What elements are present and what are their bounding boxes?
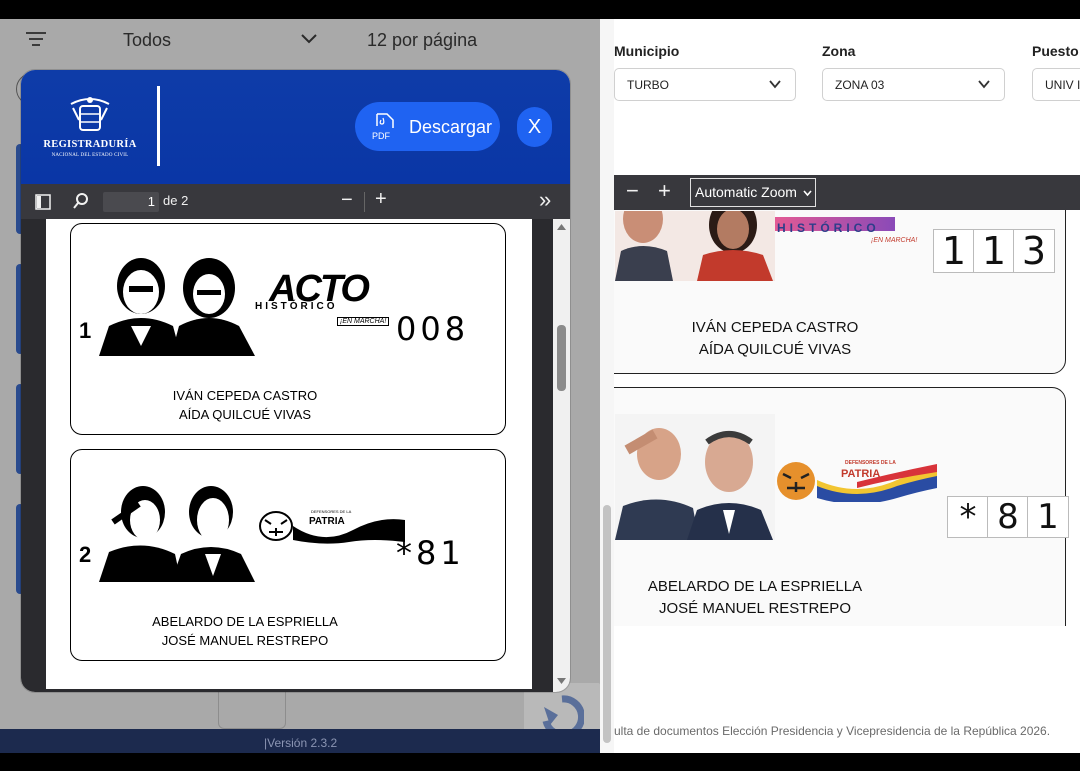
vote-count: *81 [396,534,465,572]
party-subtitle: DEFENSORES DE LA [845,460,896,466]
vote-count: 008 [396,310,470,348]
party-tag: ¡EN MARCHA! [871,237,918,244]
ballot-card: DEFENSORES DE LA PATRIA * 8 1 ABELARDO D… [614,387,1069,626]
party-tag: ¡EN MARCHA! [337,317,390,326]
vote-digit: 1 [933,229,975,273]
chevron-down-icon [978,80,990,89]
zoom-in-button[interactable]: + [375,188,387,211]
scroll-down-icon[interactable] [556,676,567,686]
candidate-president: ABELARDO DE LA ESPRIELLA [152,614,338,629]
download-label: Descargar [409,117,493,137]
municipio-value: TURBO [627,78,669,92]
divider [157,86,160,166]
pdf-toolbar: 1 de 2 − + » [21,184,570,219]
close-button[interactable]: X [517,107,552,147]
zoom-out-button[interactable]: − [341,189,353,212]
pdf-toolbar: − + [614,175,1080,210]
party-subtitle: HISTÓRICO [777,221,880,235]
candidate-president: IVÁN CEPEDA CASTRO [172,388,318,403]
candidates-photo [99,486,255,582]
party-subtitle: HISTÓRICO [255,301,338,312]
page-number-input[interactable]: 1 [103,192,159,212]
chevron-down-icon[interactable] [300,32,318,46]
party-subtitle: DEFENSORES DE LA [311,509,352,514]
ballot-number: 2 [79,542,92,567]
pdf-page: 1 ACTO HISTÓRICO ¡EN MARCHA! 008 IVÁN CE… [46,219,532,689]
candidate-vice: AÍDA QUILCUÉ VIVAS [698,341,852,358]
modal-header: REGISTRADURÍA NACIONAL DEL ESTADO CIVIL … [21,70,570,184]
bottom-bar [0,753,1080,771]
zoom-select[interactable]: Automatic Zoom [690,178,816,207]
candidate-names: ABELARDO DE LA ESPRIELLA JOSÉ MANUEL RES… [614,576,915,620]
party-logo: PATRIA [309,516,345,527]
zoom-value: Automatic Zoom [695,184,797,200]
tiger-icon [777,462,815,500]
vote-digit: 1 [1027,496,1069,538]
search-icon[interactable] [73,193,89,209]
sidebar-toggle-icon[interactable] [35,194,51,210]
municipio-label: Municipio [614,43,680,59]
municipio-select[interactable]: TURBO [614,68,796,101]
zoom-out-button[interactable]: − [626,178,639,204]
per-page-select[interactable]: 12 por página [367,30,477,51]
ballot-card: 1 ACTO HISTÓRICO ¡EN MARCHA! 008 IVÁN CE… [70,223,506,435]
zona-select[interactable]: ZONA 03 [822,68,1005,101]
candidate-president: IVÁN CEPEDA CASTRO [691,319,859,336]
candidate-names: ABELARDO DE LA ESPRIELLA JOSÉ MANUEL RES… [75,612,415,650]
party-logo: PATRIA [841,468,881,480]
scroll-up-icon[interactable] [556,222,567,232]
pdf-scrollbar[interactable] [553,219,570,692]
candidates-photo [99,258,255,356]
chevron-down-icon [769,80,781,89]
puesto-label: Puesto [1032,43,1079,59]
tiger-icon [259,511,293,541]
registraduria-logo: REGISTRADURÍA NACIONAL DEL ESTADO CIVIL [37,94,143,164]
footer-text: ulta de documentos Elección Presidencia … [614,724,1051,738]
zona-label: Zona [822,43,856,59]
page-total: de 2 [163,193,189,208]
candidate-vice: AÍDA QUILCUÉ VIVAS [179,407,311,422]
vote-digit: 3 [1013,229,1055,273]
vote-digit: * [947,496,989,538]
vote-digit: 1 [973,229,1015,273]
download-button[interactable]: PDF Descargar [355,102,500,151]
ballot-card: HISTÓRICO ¡EN MARCHA! 1 1 3 IVÁN CEPEDA … [614,210,1066,374]
logo-title: REGISTRADURÍA [43,139,137,150]
more-tools-button[interactable]: » [539,187,551,213]
vote-digit: 8 [987,496,1029,538]
pdf-modal: REGISTRADURÍA NACIONAL DEL ESTADO CIVIL … [21,70,570,692]
pdf-badge: PDF [372,131,390,141]
divider [364,192,365,212]
page-scroll-thumb[interactable] [603,505,611,743]
puesto-value: UNIV I [1045,78,1080,92]
puesto-select[interactable]: UNIV I [1032,68,1080,101]
version-label: |Versión 2.3.2 [264,736,338,750]
candidate-president: ABELARDO DE LA ESPRIELLA [647,578,863,595]
chevron-down-icon [803,190,812,197]
candidates-photo [615,414,775,540]
coat-of-arms-icon [70,97,110,131]
ballot-card: 2 DEFENSORES DE LA PATRIA *81 ABELARDO D… [70,449,506,661]
pdf-page: HISTÓRICO ¡EN MARCHA! 1 1 3 IVÁN CEPEDA … [614,210,1080,626]
filter-select[interactable]: Todos [123,30,171,51]
candidate-names: IVÁN CEPEDA CASTRO AÍDA QUILCUÉ VIVAS [75,386,415,424]
candidate-names: IVÁN CEPEDA CASTRO AÍDA QUILCUÉ VIVAS [615,317,935,361]
candidate-vice: JOSÉ MANUEL RESTREPO [659,600,851,617]
candidate-vice: JOSÉ MANUEL RESTREPO [161,633,329,648]
ballot-number: 1 [79,318,92,343]
scroll-thumb[interactable] [557,325,566,391]
candidates-photo [615,211,775,281]
zona-value: ZONA 03 [835,78,885,92]
top-bar [0,0,1080,19]
logo-subtitle: NACIONAL DEL ESTADO CIVIL [51,153,129,158]
zoom-in-button[interactable]: + [658,178,671,204]
filter-icon[interactable] [26,32,46,48]
